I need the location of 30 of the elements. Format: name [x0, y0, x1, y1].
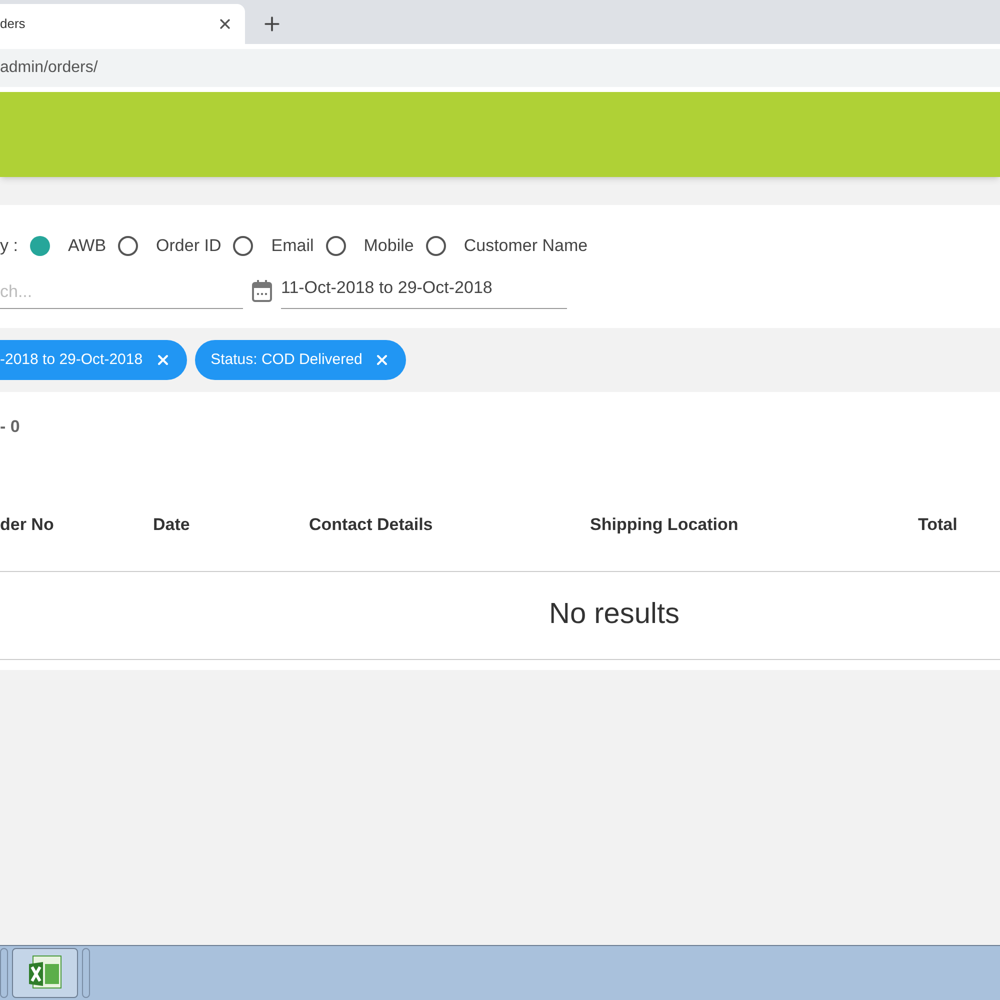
radio-button[interactable]: [30, 236, 50, 256]
radio-button[interactable]: [118, 236, 138, 256]
radio-option[interactable]: AWB: [30, 233, 106, 258]
radio-button[interactable]: [326, 236, 346, 256]
address-bar[interactable]: admin/orders/: [0, 49, 1000, 87]
empty-message: No results: [549, 597, 680, 632]
taskbar-button[interactable]: [12, 948, 78, 998]
close-icon[interactable]: [217, 16, 233, 32]
radio-option[interactable]: Customer Name: [426, 233, 588, 258]
search-field[interactable]: ch...: [0, 276, 243, 308]
calendar-icon[interactable]: [251, 278, 273, 302]
column-header: der No: [0, 514, 55, 536]
search-by-label: y :: [0, 235, 18, 257]
column-header: Total: [918, 514, 958, 536]
browser-tab[interactable]: ders: [0, 4, 245, 44]
date-range-field[interactable]: 11-Oct-2018 to 29-Oct-2018: [281, 272, 567, 308]
column-header: Contact Details: [309, 514, 434, 536]
radio-option[interactable]: Order ID: [118, 233, 222, 258]
filter-chip: -2018 to 29-Oct-2018: [0, 340, 187, 380]
column-header: Shipping Location: [590, 514, 740, 536]
radio-option[interactable]: Email: [233, 233, 314, 258]
radio-button[interactable]: [233, 236, 254, 256]
tab-title: ders: [0, 15, 26, 34]
filter-chip: Status: COD Delivered: [194, 340, 406, 380]
taskbar-grip: [0, 948, 8, 998]
result-count: - 0: [0, 416, 21, 438]
taskbar-grip: [82, 948, 90, 998]
radio-button[interactable]: [426, 236, 446, 256]
column-header: Date: [153, 514, 191, 536]
radio-option[interactable]: Mobile: [326, 233, 414, 258]
